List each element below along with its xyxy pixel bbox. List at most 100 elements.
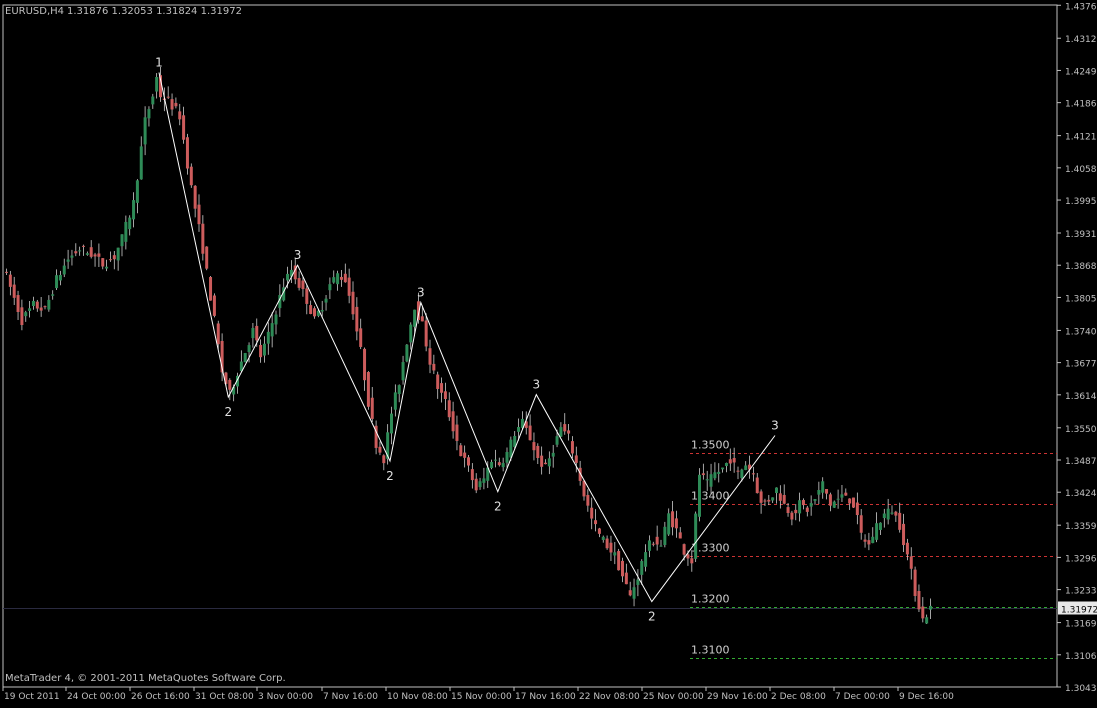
candle-body (540, 455, 544, 467)
candle-body (101, 258, 105, 267)
candle (209, 276, 213, 301)
y-tick-label: 1.34240 (1065, 489, 1097, 499)
candle (205, 246, 209, 271)
candle-body (744, 465, 748, 471)
candle-body (286, 273, 290, 281)
candle-body (343, 273, 347, 283)
wave-label-6: 3 (532, 378, 540, 392)
candle-body (336, 273, 340, 285)
candle-body (193, 185, 197, 209)
wave-label-4: 3 (417, 286, 425, 300)
candle-body (443, 391, 447, 400)
candle-body (617, 550, 621, 571)
x-tick-label: 2 Dec 08:00 (771, 692, 826, 702)
candle-body (809, 503, 813, 507)
candle-body (544, 462, 547, 465)
candle-body (463, 452, 467, 458)
y-tick-label: 1.31690 (1065, 620, 1097, 630)
candle-body (647, 540, 651, 551)
candle-body (690, 558, 694, 564)
candle-body (882, 513, 886, 519)
y-tick-label: 1.41860 (1065, 100, 1097, 110)
candle-body (459, 445, 463, 457)
y-tick-label: 1.40585 (1065, 165, 1097, 175)
candle-body (863, 539, 867, 542)
candle-body (594, 520, 598, 525)
candle-body (405, 344, 409, 362)
candle-body (624, 572, 628, 585)
candle-body (724, 462, 728, 467)
candle-body (305, 288, 309, 304)
candle-body (355, 306, 359, 332)
wave-label-8: 3 (771, 418, 779, 432)
x-tick-label: 10 Nov 08:00 (387, 692, 448, 702)
candle-body (151, 96, 155, 105)
candle (617, 548, 621, 571)
candle-body (297, 278, 301, 288)
candle-body (143, 117, 147, 145)
candle-body (35, 301, 39, 309)
candle-body (82, 245, 85, 247)
candle-body (905, 542, 909, 555)
candle-body (713, 472, 717, 479)
candle-body (28, 308, 32, 311)
wave-label-1: 2 (224, 405, 232, 419)
candle-body (247, 345, 251, 352)
candle-body (651, 543, 655, 545)
chart-window[interactable]: 1.3500 1.3400 1.3300 1.3200 1.3100 123232323… (0, 0, 1097, 704)
candle (405, 344, 409, 363)
candle (698, 468, 701, 522)
candle-body (678, 532, 682, 539)
y-tick-label: 1.32965 (1065, 554, 1097, 564)
candle-body (701, 473, 705, 476)
candle-body (547, 458, 551, 467)
candle-body (467, 457, 470, 466)
x-tick-label: 22 Nov 08:00 (579, 692, 640, 702)
candle-body (420, 316, 424, 322)
candle-body (363, 348, 367, 381)
candle (212, 293, 216, 318)
candle-body (621, 560, 624, 577)
candle-body (320, 310, 324, 312)
candle-body (878, 522, 882, 530)
price-chart[interactable]: 1.35001.34001.33001.32001.3100 123232323… (0, 0, 1097, 704)
candle-body (170, 99, 174, 110)
y-tick-label: 1.31060 (1065, 652, 1097, 662)
candle-body (921, 606, 925, 619)
candle-body (51, 294, 55, 296)
candle-body (732, 457, 736, 463)
candle-body (555, 436, 559, 445)
candle-body (794, 509, 798, 514)
current-price-marker: 1.31972 (1058, 601, 1097, 616)
candle-body (601, 536, 605, 540)
y-tick-label: 1.42490 (1065, 67, 1097, 77)
candle-body (413, 309, 417, 327)
candle-body (501, 463, 505, 468)
candle-body (132, 200, 136, 220)
candle-body (867, 540, 871, 545)
candle-body (917, 591, 921, 610)
candle-body (532, 442, 536, 451)
candle-body (667, 513, 671, 535)
candle-body (43, 306, 47, 308)
candle-body (913, 569, 917, 596)
candle-body (120, 234, 124, 247)
candle-body (574, 455, 578, 463)
candle-body (270, 323, 274, 337)
candle-body (135, 180, 139, 203)
candle-body (632, 587, 636, 599)
candle-body (755, 477, 759, 494)
candle-body (243, 353, 247, 363)
candle-body (609, 542, 613, 553)
candle (852, 497, 855, 509)
candle-body (93, 254, 97, 257)
candle-body (655, 536, 659, 545)
y-tick-label: 1.36775 (1065, 360, 1097, 370)
candle-body (301, 280, 305, 290)
x-tick-label: 24 Oct 00:00 (67, 692, 126, 702)
candle-body (567, 430, 571, 434)
candle-body (751, 473, 755, 475)
candle-body (166, 96, 170, 98)
candle-body (409, 324, 413, 343)
candle-body (644, 552, 648, 567)
